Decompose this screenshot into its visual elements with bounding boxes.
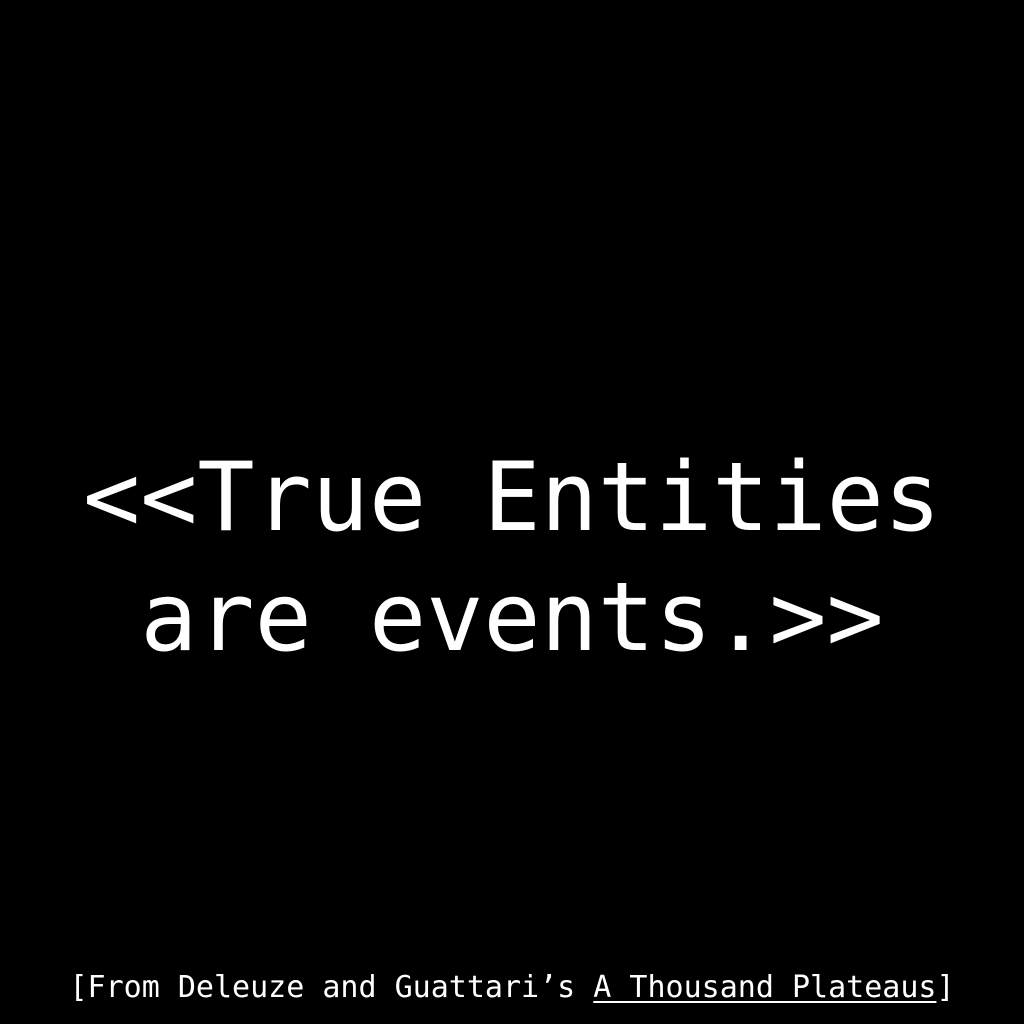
caption-suffix: ] bbox=[936, 970, 955, 1005]
quote-card: <<True Entities are events.>> [From Dele… bbox=[0, 0, 1024, 1024]
source-caption: [From Deleuze and Guattari’s A Thousand … bbox=[0, 968, 1024, 1008]
book-title: A Thousand Plateaus bbox=[593, 970, 937, 1005]
caption-prefix: [From Deleuze and Guattari’s bbox=[69, 970, 594, 1005]
quote-line-2: are events.>> bbox=[140, 563, 884, 673]
quote-text: <<True Entities are events.>> bbox=[0, 438, 1024, 678]
quote-line-1: <<True Entities bbox=[83, 443, 941, 553]
